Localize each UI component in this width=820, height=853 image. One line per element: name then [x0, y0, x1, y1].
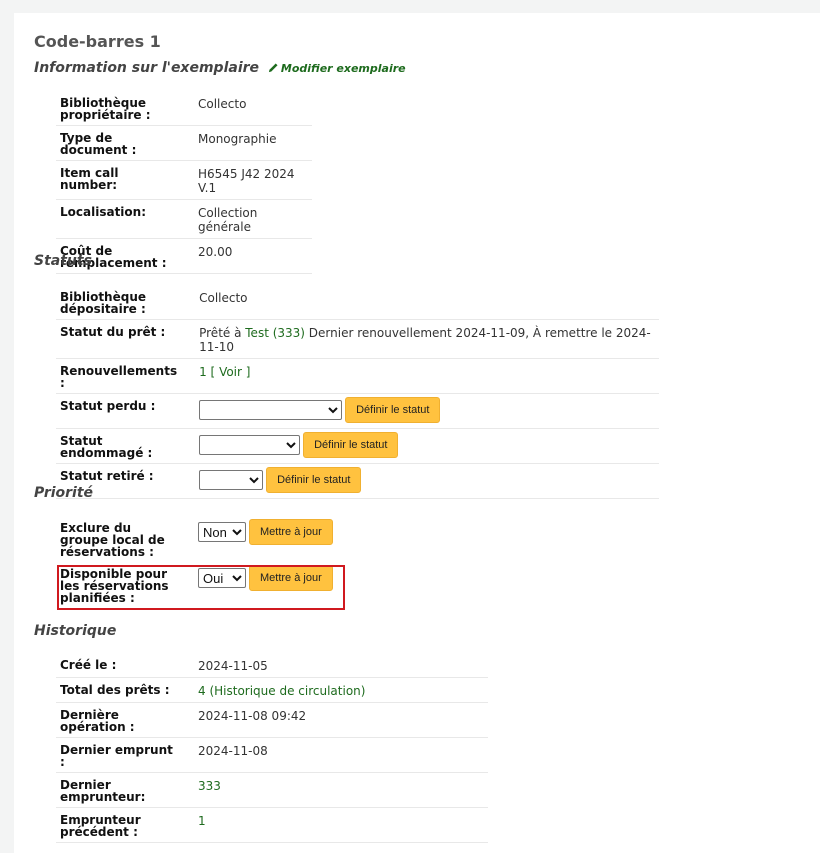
doc-type-label: Type de document :: [56, 125, 194, 161]
table-row: Renouvellements : 1 [ Voir ]: [56, 358, 659, 394]
doc-type-value: Monographie: [194, 125, 312, 161]
table-row: Emprunteur précédent : 1: [56, 807, 488, 843]
edit-item-link[interactable]: Modifier exemplaire: [268, 62, 406, 75]
last-seen-label: Dernière opération :: [56, 702, 194, 738]
total-checkouts-label: Total des prêts :: [56, 677, 194, 703]
last-borrowed-value: 2024-11-08: [194, 737, 488, 773]
table-row: Type de document : Monographie: [56, 125, 312, 161]
update-exclude-button[interactable]: Mettre à jour: [249, 519, 333, 545]
exclude-local-holds-label: Exclure du groupe local de réservations …: [60, 521, 165, 559]
renewals-value: 1 [ Voir ]: [195, 358, 659, 394]
table-row: Bibliothèque propriétaire : Collecto: [56, 91, 312, 126]
call-number-label: Item call number:: [56, 160, 194, 200]
location-label: Localisation:: [56, 199, 194, 239]
historique-table: Créé le : 2024-11-05 Total des prêts : 4…: [56, 653, 488, 843]
set-withdrawn-status-button[interactable]: Définir le statut: [266, 467, 362, 493]
statuts-section-title: Statuts: [34, 253, 92, 269]
historique-section-title: Historique: [34, 623, 117, 639]
page-title: Code-barres 1: [34, 32, 161, 51]
table-row: Total des prêts : 4 (Historique de circu…: [56, 677, 488, 703]
main-panel: Code-barres 1 Information sur l'exemplai…: [14, 13, 820, 853]
last-borrowed-label: Dernier emprunt :: [56, 737, 194, 773]
table-row: Localisation: Collection générale: [56, 199, 312, 239]
holding-library-label: Bibliothèque dépositaire :: [56, 285, 196, 320]
exclude-local-holds-select[interactable]: Non: [198, 522, 246, 542]
loan-status-value: Prêté à Test (333) Dernier renouvellemen…: [195, 319, 659, 359]
damaged-status-select[interactable]: [199, 435, 301, 455]
last-seen-value: 2024-11-08 09:42: [194, 702, 488, 738]
table-row: Item call number: H6545 J42 2024 V.1: [56, 160, 312, 200]
highlight-box: [57, 565, 345, 610]
table-row: Statut perdu : Définir le statut: [56, 393, 659, 429]
set-lost-status-button[interactable]: Définir le statut: [345, 397, 441, 423]
call-number-value: H6545 J42 2024 V.1: [194, 160, 312, 200]
info-title: Information sur l'exemplaire: [34, 60, 260, 76]
table-row: Créé le : 2024-11-05: [56, 653, 488, 678]
table-row: Statut du prêt : Prêté à Test (333) Dern…: [56, 319, 659, 359]
lost-status-label: Statut perdu :: [56, 393, 196, 429]
table-row: Coût de remplacement : 20.00: [56, 238, 312, 274]
damaged-status-label: Statut endommagé :: [56, 428, 196, 464]
table-row: Statut endommagé : Définir le statut: [56, 428, 659, 464]
replacement-cost-value: 20.00: [194, 238, 312, 274]
created-label: Créé le :: [56, 653, 194, 678]
loan-status-label: Statut du prêt :: [56, 319, 196, 359]
statuts-table: Bibliothèque dépositaire : Collecto Stat…: [56, 285, 659, 499]
table-row: Bibliothèque dépositaire : Collecto: [56, 285, 659, 320]
holding-library-value: Collecto: [195, 285, 659, 320]
view-renewals-link[interactable]: Voir: [219, 365, 242, 379]
table-row: Dernier emprunt : 2024-11-08: [56, 737, 488, 773]
last-borrower-link[interactable]: 333: [198, 779, 221, 793]
previous-borrower-label: Emprunteur précédent :: [56, 807, 194, 843]
info-table: Bibliothèque propriétaire : Collecto Typ…: [56, 91, 312, 274]
previous-borrower-link[interactable]: 1: [198, 814, 206, 828]
pencil-icon: [268, 63, 278, 73]
last-borrower-label: Dernier emprunteur:: [56, 772, 194, 808]
created-value: 2024-11-05: [194, 653, 488, 678]
table-row: Exclure du groupe local de réservations …: [56, 516, 346, 562]
lost-status-select[interactable]: [199, 400, 343, 420]
borrower-link[interactable]: Test (333): [245, 326, 305, 340]
info-section-title: Information sur l'exemplaire Modifier ex…: [34, 60, 406, 76]
owner-library-value: Collecto: [194, 91, 312, 126]
set-damaged-status-button[interactable]: Définir le statut: [303, 432, 399, 458]
table-row: Dernière opération : 2024-11-08 09:42: [56, 702, 488, 738]
circulation-history-link[interactable]: (Historique de circulation): [209, 684, 365, 698]
renewals-label: Renouvellements :: [56, 358, 196, 394]
owner-library-label: Bibliothèque propriétaire :: [56, 91, 194, 126]
table-row: Statut retiré : Définir le statut: [56, 463, 659, 499]
priorite-section-title: Priorité: [34, 485, 94, 501]
total-checkouts-value: 4 (Historique de circulation): [194, 677, 488, 703]
table-row: Dernier emprunteur: 333: [56, 772, 488, 808]
location-value: Collection générale: [194, 199, 312, 239]
withdrawn-status-select[interactable]: [199, 470, 264, 490]
